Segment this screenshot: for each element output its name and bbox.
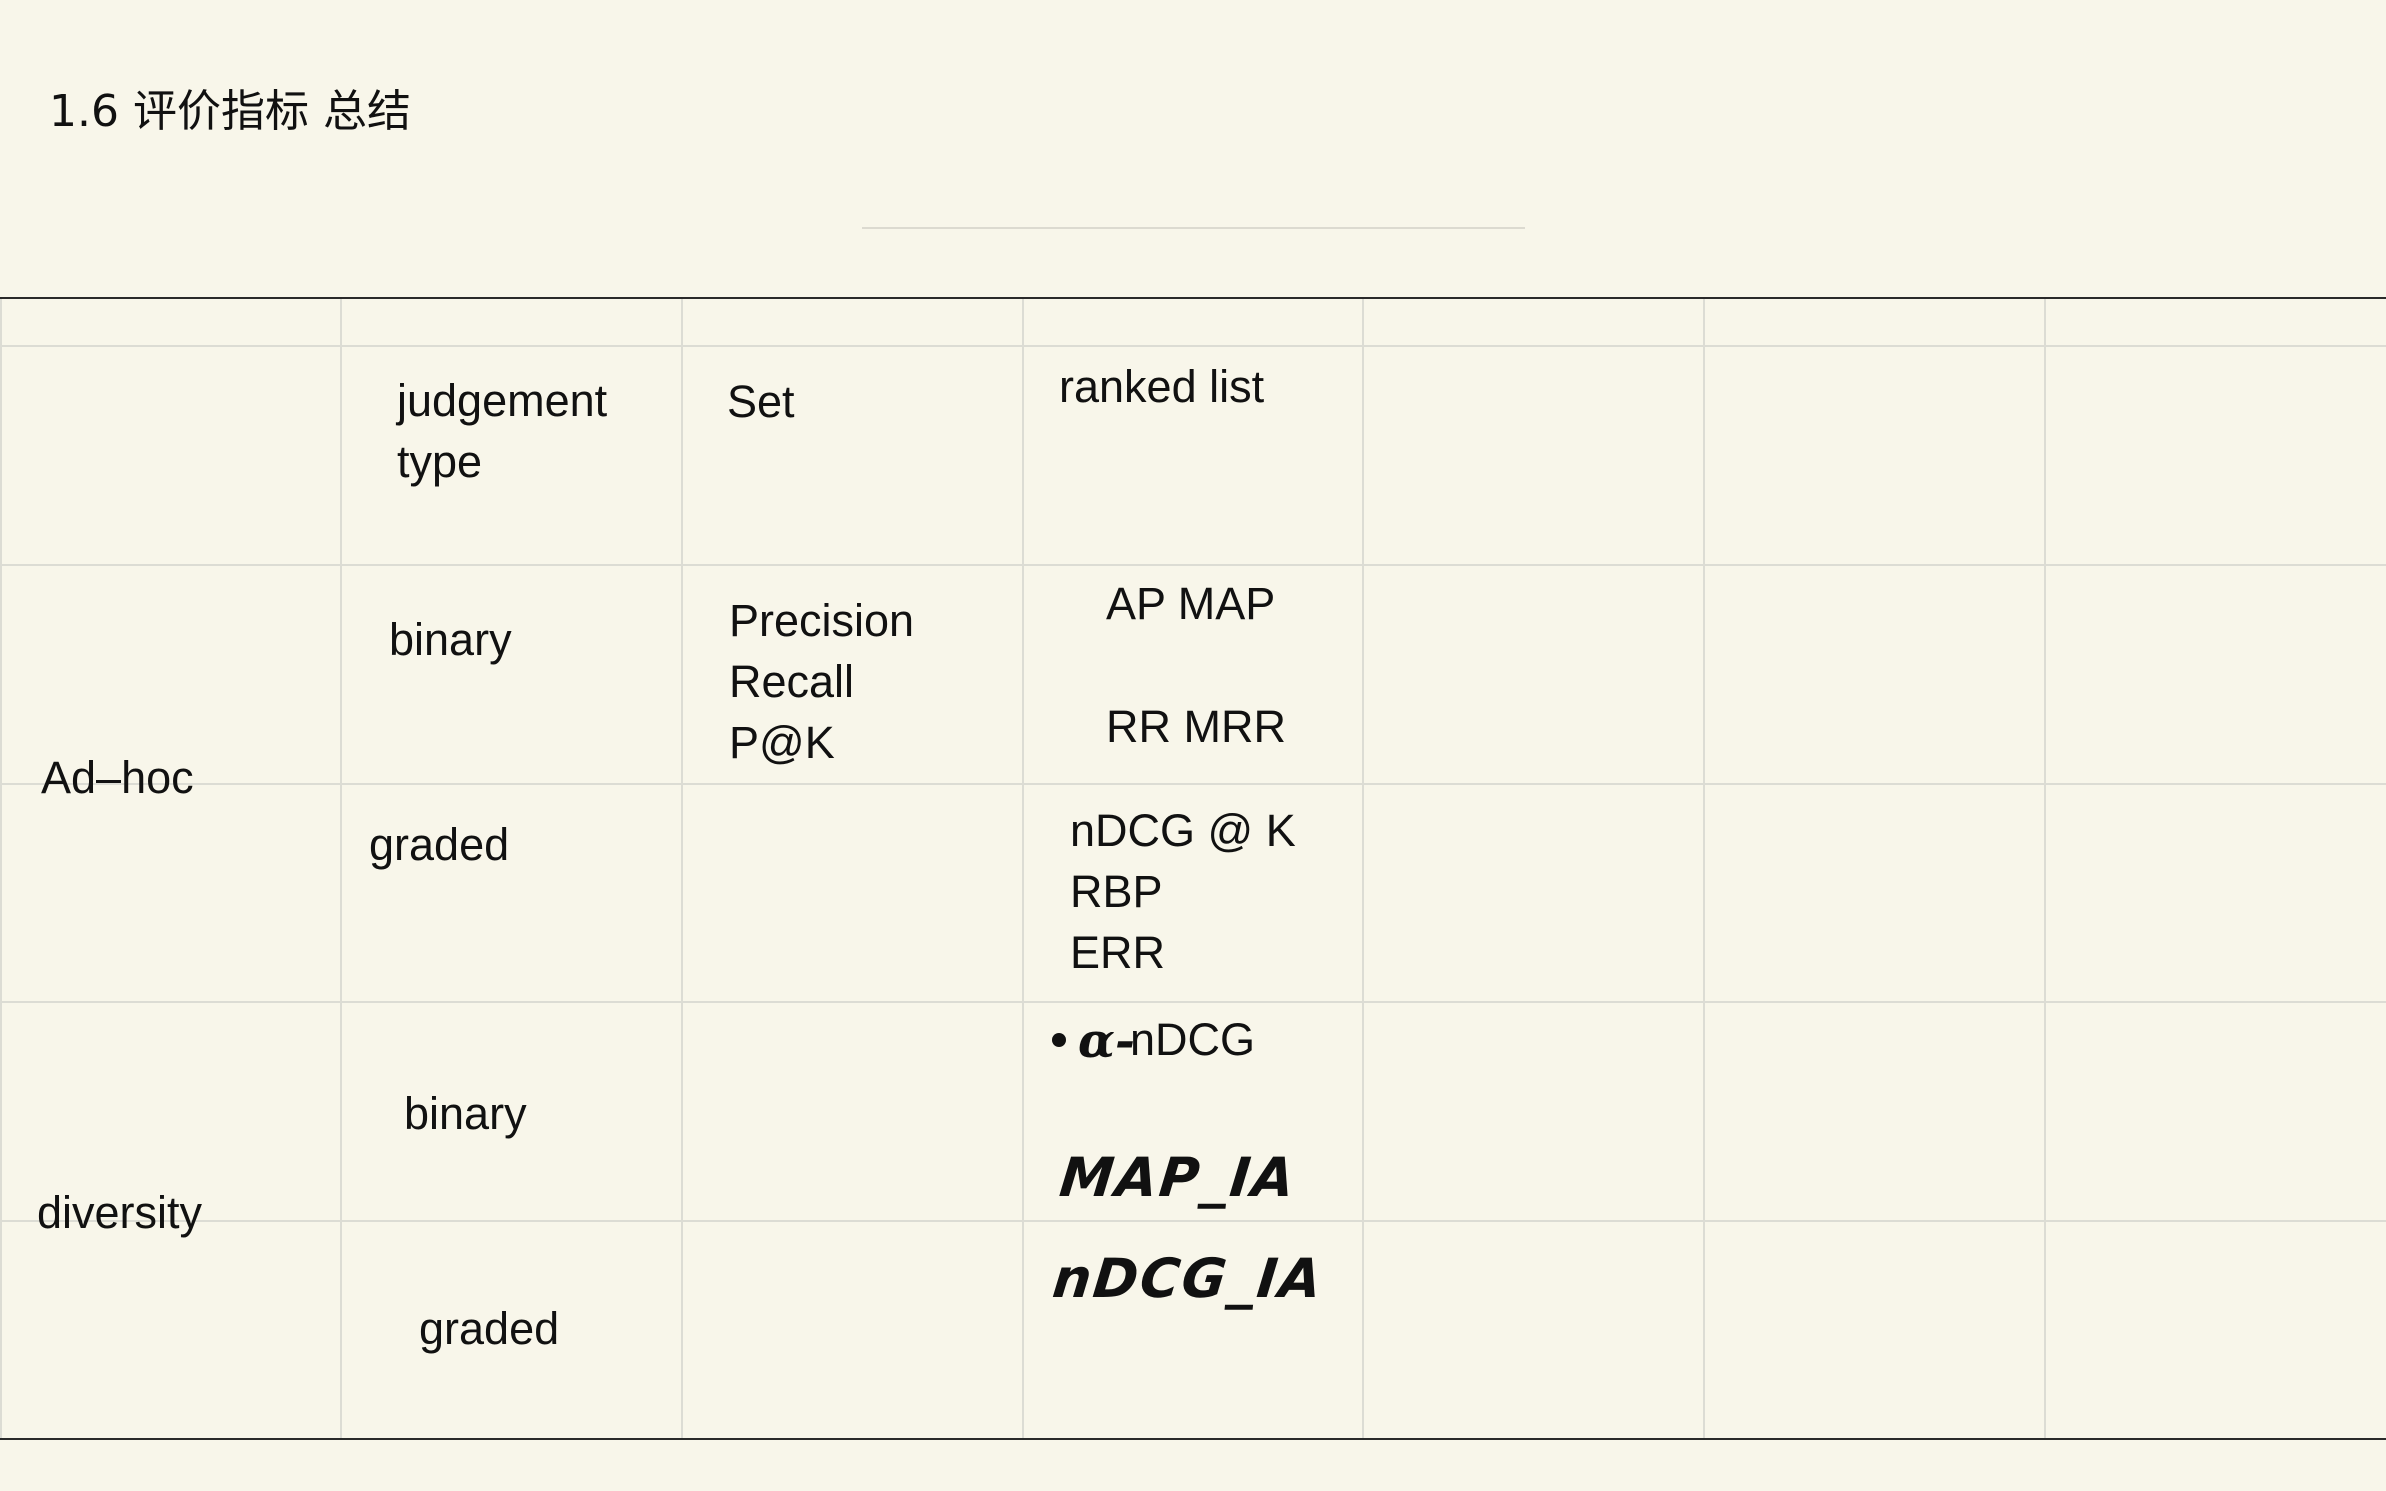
ranked-ap-map: AP MAP	[1106, 578, 1276, 629]
header-set: Set	[727, 376, 795, 427]
grid-line	[0, 1001, 2386, 1003]
grid-line	[1362, 299, 1364, 1440]
group-label-diversity: diversity	[37, 1187, 203, 1238]
judgement-graded: graded	[369, 819, 510, 870]
header-judgement-type: judgement type	[397, 375, 608, 487]
grid-line	[2044, 299, 2046, 1440]
ranked-ndcg-ia: nDCG_IA	[1049, 1247, 1327, 1310]
judgement-binary: binary	[404, 1088, 527, 1139]
page-title: 1.6 评价指标 总结	[49, 86, 411, 137]
grid-line	[0, 564, 2386, 566]
group-label-adhoc: Ad–hoc	[41, 752, 194, 803]
bullet-icon	[1052, 1033, 1066, 1047]
judgement-graded: graded	[419, 1303, 560, 1354]
set-metrics: Precision Recall P@K	[729, 595, 915, 768]
table-top-rule	[0, 297, 2386, 299]
grid-line	[681, 299, 683, 1440]
ranked-alpha-prefix: α-	[1078, 1013, 1135, 1069]
ranked-graded-metrics: nDCG @ K RBP ERR	[1070, 805, 1296, 978]
grid-line	[0, 783, 2386, 785]
ranked-rr-mrr: RR MRR	[1106, 701, 1286, 752]
grid-line	[1022, 299, 1024, 1440]
header-ranked-list: ranked list	[1059, 361, 1265, 412]
judgement-binary: binary	[389, 614, 512, 665]
grid-line	[0, 345, 2386, 347]
table-bottom-rule	[0, 1438, 2386, 1440]
grid-line	[340, 299, 342, 1440]
grid-line	[1703, 299, 1705, 1440]
ranked-map-ia: MAP_IA	[1056, 1146, 1300, 1209]
grid-line	[0, 1220, 2386, 1222]
grid-line	[0, 299, 2, 1440]
ranked-alpha-ndcg: nDCG	[1130, 1014, 1256, 1065]
title-divider	[862, 227, 1525, 229]
